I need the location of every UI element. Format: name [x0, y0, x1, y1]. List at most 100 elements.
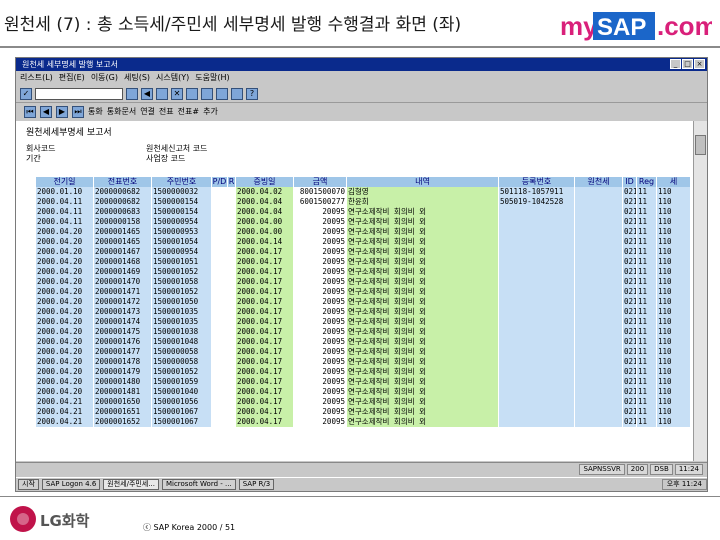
- table-body: 2000.01.10 2000000682 1500000032 2000.04.02…: [36, 187, 691, 427]
- col-header-doc-no[interactable]: 전표번호: [94, 177, 152, 187]
- table-row[interactable]: 2000.04.21 2000001650 1500001056 2000.04.17…: [36, 397, 691, 407]
- table-cell: 110: [657, 367, 691, 377]
- app-button-currency-doc[interactable]: 통화문서: [107, 106, 136, 117]
- nav-last-icon[interactable]: ⏭: [72, 105, 84, 118]
- table-row[interactable]: 2000.04.11 2000000682 1500000154 2000.04.04…: [36, 197, 691, 207]
- col-header-resident-no[interactable]: 주민번호: [152, 177, 212, 187]
- table-cell: [212, 357, 228, 367]
- save-icon[interactable]: [126, 87, 138, 100]
- table-row[interactable]: 2000.01.10 2000000682 1500000032 2000.04.02…: [36, 187, 691, 197]
- taskbar-item-sap-logon[interactable]: SAP Logon 4.6: [41, 479, 101, 490]
- table-row[interactable]: 2000.04.20 2000001473 1500001035 2000.04.17…: [36, 307, 691, 317]
- table-row[interactable]: 2000.04.20 2000001479 1500001052 2000.04.17…: [36, 367, 691, 377]
- table-cell: 1500000154: [152, 197, 212, 207]
- table-cell: [575, 187, 623, 197]
- enter-icon[interactable]: ✓: [20, 87, 32, 100]
- table-cell: 20095: [294, 347, 347, 357]
- table-cell: [575, 237, 623, 247]
- exit-icon[interactable]: [156, 87, 168, 100]
- col-header-r[interactable]: R: [228, 177, 236, 187]
- table-cell: 2000.04.00: [236, 217, 294, 227]
- menu-item-settings[interactable]: 세팅(S): [124, 71, 150, 84]
- col-header-reg-no[interactable]: 등록번호: [499, 177, 575, 187]
- table-row[interactable]: 2000.04.20 2000001465 1500001054 2000.04.14…: [36, 237, 691, 247]
- print-icon[interactable]: [186, 87, 198, 100]
- col-header-desc[interactable]: 내역: [347, 177, 499, 187]
- table-cell: 11: [637, 337, 657, 347]
- table-cell: 110: [657, 387, 691, 397]
- table-cell: 1500001054: [152, 237, 212, 247]
- table-cell: 1500001052: [152, 267, 212, 277]
- command-field[interactable]: [35, 87, 123, 100]
- table-cell: 20095: [294, 407, 347, 417]
- table-cell: [499, 237, 575, 247]
- nav-next-icon[interactable]: ▶: [56, 105, 68, 118]
- table-row[interactable]: 2000.04.20 2000001465 1500000953 2000.04.00…: [36, 227, 691, 237]
- menu-item-list[interactable]: 리스트(L): [20, 71, 53, 84]
- table-row[interactable]: 2000.04.20 2000001468 1500001051 2000.04.17…: [36, 257, 691, 267]
- col-header-pd[interactable]: P/D: [212, 177, 228, 187]
- table-row[interactable]: 2000.04.20 2000001477 1500000058 2000.04.17…: [36, 347, 691, 357]
- nav-first-icon[interactable]: ⏮: [24, 105, 36, 118]
- table-row[interactable]: 2000.04.20 2000001471 1500001052 2000.04.17…: [36, 287, 691, 297]
- table-row[interactable]: 2000.04.20 2000001481 1500001040 2000.04.17…: [36, 387, 691, 397]
- table-row[interactable]: 2000.04.20 2000001475 1500001038 2000.04.17…: [36, 327, 691, 337]
- table-row[interactable]: 2000.04.21 2000001652 1500001067 2000.04.17…: [36, 417, 691, 427]
- help-icon[interactable]: ?: [246, 87, 258, 100]
- table-row[interactable]: 2000.04.20 2000001467 1500000954 2000.04.17…: [36, 247, 691, 257]
- app-button-doc-no[interactable]: 전표#: [178, 106, 199, 117]
- back-icon[interactable]: ◀: [141, 87, 153, 100]
- table-row[interactable]: 2000.04.20 2000001472 1500001050 2000.04.17…: [36, 297, 691, 307]
- table-cell: 11: [637, 247, 657, 257]
- table-cell: 11: [637, 367, 657, 377]
- menu-item-goto[interactable]: 이동(G): [91, 71, 118, 84]
- first-page-icon[interactable]: [216, 87, 228, 100]
- col-header-tax-type[interactable]: 세: [657, 177, 691, 187]
- col-header-amount[interactable]: 금액: [294, 177, 347, 187]
- cancel-icon[interactable]: ✕: [171, 87, 183, 100]
- col-header-posting-date[interactable]: 전기일: [36, 177, 94, 187]
- table-cell: 11: [637, 227, 657, 237]
- find-icon[interactable]: [201, 87, 213, 100]
- table-cell: 2000000682: [94, 187, 152, 197]
- table-cell: 2000.04.21: [36, 407, 94, 417]
- close-icon[interactable]: ×: [694, 59, 705, 69]
- table-row[interactable]: 2000.04.20 2000001469 1500001052 2000.04.17…: [36, 267, 691, 277]
- minimize-icon[interactable]: _: [670, 59, 681, 69]
- app-button-currency[interactable]: 통화: [88, 106, 103, 117]
- table-row[interactable]: 2000.04.11 2000000683 1500000154 2000.04.04…: [36, 207, 691, 217]
- mysap-logo: my SAP .com: [560, 11, 712, 41]
- table-cell: 2000.04.17: [236, 267, 294, 277]
- taskbar-item-report[interactable]: 원천세/주민세...: [103, 479, 159, 490]
- table-cell: 11: [637, 197, 657, 207]
- app-button-link[interactable]: 연결: [140, 106, 155, 117]
- table-row[interactable]: 2000.04.20 2000001480 1500001059 2000.04.17…: [36, 377, 691, 387]
- table-cell: [228, 387, 236, 397]
- menu-item-help[interactable]: 도움말(H): [195, 71, 229, 84]
- table-row[interactable]: 2000.04.20 2000001474 1500001035 2000.04.17…: [36, 317, 691, 327]
- col-header-reg[interactable]: Reg: [637, 177, 657, 187]
- maximize-icon[interactable]: □: [682, 59, 693, 69]
- table-row[interactable]: 2000.04.21 2000001651 1500001067 2000.04.17…: [36, 407, 691, 417]
- table-cell: 11: [637, 267, 657, 277]
- table-row[interactable]: 2000.04.11 2000000158 1500000954 2000.04.00…: [36, 217, 691, 227]
- table-row[interactable]: 2000.04.20 2000001470 1500001058 2000.04.17…: [36, 277, 691, 287]
- table-cell: 2000.04.17: [236, 347, 294, 357]
- next-page-icon[interactable]: [231, 87, 243, 100]
- nav-prev-icon[interactable]: ◀: [40, 105, 52, 118]
- table-row[interactable]: 2000.04.20 2000001476 1500001048 2000.04.17…: [36, 337, 691, 347]
- table-cell: 2000001481: [94, 387, 152, 397]
- app-button-add[interactable]: 추가: [203, 106, 218, 117]
- scroll-thumb[interactable]: [695, 135, 706, 155]
- menu-item-edit[interactable]: 편집(E): [59, 71, 85, 84]
- taskbar-item-word[interactable]: Microsoft Word - ...: [161, 479, 236, 490]
- vertical-scrollbar[interactable]: [693, 121, 707, 461]
- app-button-doc[interactable]: 전표: [159, 106, 174, 117]
- col-header-doc-date[interactable]: 증빙일: [236, 177, 294, 187]
- start-button[interactable]: 시작: [18, 479, 39, 490]
- col-header-id[interactable]: ID: [623, 177, 637, 187]
- menu-item-system[interactable]: 시스템(Y): [156, 71, 189, 84]
- col-header-tax[interactable]: 원천세: [575, 177, 623, 187]
- table-row[interactable]: 2000.04.20 2000001478 1500000058 2000.04.17…: [36, 357, 691, 367]
- taskbar-item-sap-r3[interactable]: SAP R/3: [238, 479, 275, 490]
